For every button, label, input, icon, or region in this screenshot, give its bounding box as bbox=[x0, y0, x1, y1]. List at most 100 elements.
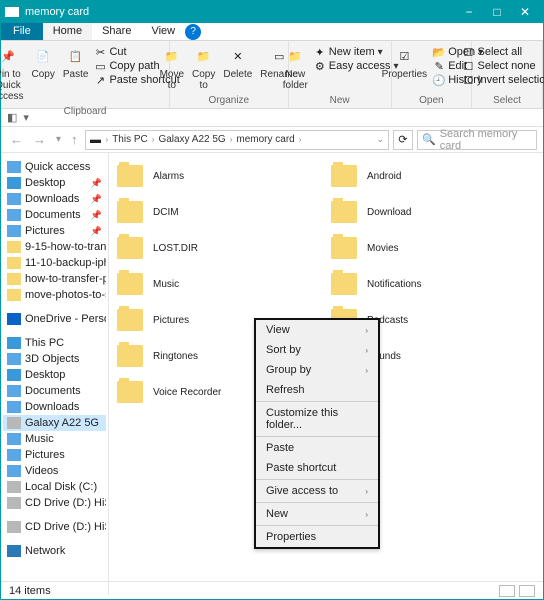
folder-item[interactable]: Download bbox=[331, 201, 535, 223]
tree-3d-objects[interactable]: 3D Objects bbox=[3, 351, 106, 367]
tree-documents[interactable]: Documents📌 bbox=[3, 207, 106, 223]
pin-quick-access-button[interactable]: 📌Pin to Quick access bbox=[0, 43, 28, 104]
tree-documents[interactable]: Documents bbox=[3, 383, 106, 399]
ctx-new[interactable]: New› bbox=[256, 504, 378, 524]
ctx-customize[interactable]: Customize this folder... bbox=[256, 403, 378, 435]
copy-icon: 📄 bbox=[32, 45, 54, 67]
select-all-button[interactable]: ☐Select all bbox=[460, 45, 544, 59]
tree-pictures[interactable]: Pictures📌 bbox=[3, 223, 106, 239]
help-button[interactable]: ? bbox=[185, 24, 201, 40]
invert-selection-button[interactable]: ☐Invert selection bbox=[460, 73, 544, 87]
properties-button[interactable]: ☑Properties bbox=[378, 43, 432, 87]
folder-item[interactable]: Android bbox=[331, 165, 535, 187]
tree-onedrive[interactable]: OneDrive - Personal bbox=[3, 311, 106, 327]
folder-item[interactable]: Alarms bbox=[117, 165, 321, 187]
folder-icon bbox=[117, 165, 143, 187]
tree-folder[interactable]: 9-15-how-to-transfer-p bbox=[3, 239, 106, 255]
minimize-button[interactable]: − bbox=[455, 5, 483, 19]
file-tab[interactable]: File bbox=[1, 23, 43, 40]
maximize-button[interactable]: □ bbox=[483, 5, 511, 19]
close-button[interactable]: ✕ bbox=[511, 5, 539, 19]
star-icon bbox=[7, 161, 21, 173]
search-placeholder: Search memory card bbox=[440, 128, 532, 152]
delete-button[interactable]: ✕Delete bbox=[219, 43, 256, 93]
folder-item[interactable]: DCIM bbox=[117, 201, 321, 223]
tree-network[interactable]: Network bbox=[3, 543, 106, 559]
folder-label: Music bbox=[153, 279, 179, 290]
folder-item[interactable]: Movies bbox=[331, 237, 535, 259]
clipboard-group-label: Clipboard bbox=[64, 106, 107, 117]
crumb-galaxy[interactable]: Galaxy A22 5G bbox=[158, 134, 225, 145]
folder-icon bbox=[117, 345, 143, 367]
ctx-give-access[interactable]: Give access to› bbox=[256, 481, 378, 501]
separator bbox=[256, 401, 378, 402]
tree-local-disk[interactable]: Local Disk (C:) bbox=[3, 479, 106, 495]
folder-icon bbox=[7, 257, 21, 269]
address-bar[interactable]: ▬ › This PC › Galaxy A22 5G › memory car… bbox=[85, 130, 389, 150]
folder-item[interactable]: Notifications bbox=[331, 273, 535, 295]
menu-tabs: File Home Share View ? bbox=[1, 23, 543, 41]
back-button[interactable]: ← bbox=[7, 132, 26, 147]
icons-view-button[interactable] bbox=[519, 585, 535, 597]
pin-icon: 📌 bbox=[91, 226, 102, 237]
folder-label: Ringtones bbox=[153, 351, 198, 362]
ctx-properties[interactable]: Properties bbox=[256, 527, 378, 547]
new-folder-button[interactable]: 📁New folder bbox=[279, 43, 312, 93]
ctx-paste-shortcut[interactable]: Paste shortcut bbox=[256, 458, 378, 478]
folder-label: LOST.DIR bbox=[153, 243, 198, 254]
refresh-button[interactable]: ⟳ bbox=[393, 130, 413, 150]
tree-cd-drive[interactable]: CD Drive (D:) HiSuite bbox=[3, 519, 106, 535]
desktop-icon bbox=[7, 369, 21, 381]
move-to-button[interactable]: 📁Move to bbox=[156, 43, 188, 93]
tree-videos[interactable]: Videos bbox=[3, 463, 106, 479]
details-view-button[interactable] bbox=[499, 585, 515, 597]
recent-button[interactable]: ▾ bbox=[53, 134, 64, 145]
share-tab[interactable]: Share bbox=[92, 23, 141, 40]
cut-icon: ✂ bbox=[94, 46, 106, 58]
folder-icon bbox=[117, 309, 143, 331]
nav-overflow-icon[interactable]: ▾ bbox=[23, 111, 29, 124]
pin-icon: 📌 bbox=[91, 178, 102, 189]
open-icon: 📂 bbox=[433, 46, 445, 58]
ctx-view[interactable]: View› bbox=[256, 320, 378, 340]
tree-downloads[interactable]: Downloads bbox=[3, 399, 106, 415]
tree-folder[interactable]: 11-10-backup-iphone-t bbox=[3, 255, 106, 271]
ctx-paste[interactable]: Paste bbox=[256, 438, 378, 458]
tree-this-pc[interactable]: This PC bbox=[3, 335, 106, 351]
new-group-label: New bbox=[330, 95, 350, 106]
tree-desktop[interactable]: Desktop📌 bbox=[3, 175, 106, 191]
select-none-button[interactable]: ☐Select none bbox=[460, 59, 544, 73]
folder-item[interactable]: LOST.DIR bbox=[117, 237, 321, 259]
tree-music[interactable]: Music bbox=[3, 431, 106, 447]
device-icon bbox=[7, 417, 21, 429]
tree-folder[interactable]: move-photos-to-sd-ca bbox=[3, 287, 106, 303]
music-icon bbox=[7, 433, 21, 445]
up-button[interactable]: ↑ bbox=[68, 132, 81, 147]
ctx-sort-by[interactable]: Sort by› bbox=[256, 340, 378, 360]
tree-pictures[interactable]: Pictures bbox=[3, 447, 106, 463]
tree-quick-access[interactable]: Quick access bbox=[3, 159, 106, 175]
tree-desktop[interactable]: Desktop bbox=[3, 367, 106, 383]
paste-button[interactable]: 📋Paste bbox=[59, 43, 93, 104]
search-input[interactable]: 🔍 Search memory card bbox=[417, 130, 537, 150]
tree-galaxy[interactable]: Galaxy A22 5G bbox=[3, 415, 106, 431]
crumb-thispc[interactable]: This PC bbox=[112, 134, 148, 145]
ctx-refresh[interactable]: Refresh bbox=[256, 380, 378, 400]
folder-label: Voice Recorder bbox=[153, 387, 221, 398]
ctx-group-by[interactable]: Group by› bbox=[256, 360, 378, 380]
tree-cd-drive[interactable]: CD Drive (D:) HiSuite bbox=[3, 495, 106, 511]
forward-button[interactable]: → bbox=[30, 132, 49, 147]
copy-to-button[interactable]: 📁Copy to bbox=[188, 43, 219, 93]
addr-dropdown-icon[interactable]: ⌄ bbox=[376, 134, 384, 145]
copy-button[interactable]: 📄Copy bbox=[28, 43, 59, 104]
crumb-memcard[interactable]: memory card bbox=[236, 134, 294, 145]
home-tab[interactable]: Home bbox=[43, 23, 92, 40]
expand-ribbon-icon[interactable]: ◧ bbox=[7, 111, 17, 124]
easy-icon: ⚙ bbox=[314, 60, 326, 72]
folder-item[interactable]: Music bbox=[117, 273, 321, 295]
tree-folder[interactable]: how-to-transfer-photo bbox=[3, 271, 106, 287]
properties-icon: ☑ bbox=[393, 45, 415, 67]
separator bbox=[256, 479, 378, 480]
view-tab[interactable]: View bbox=[141, 23, 185, 40]
tree-downloads[interactable]: Downloads📌 bbox=[3, 191, 106, 207]
